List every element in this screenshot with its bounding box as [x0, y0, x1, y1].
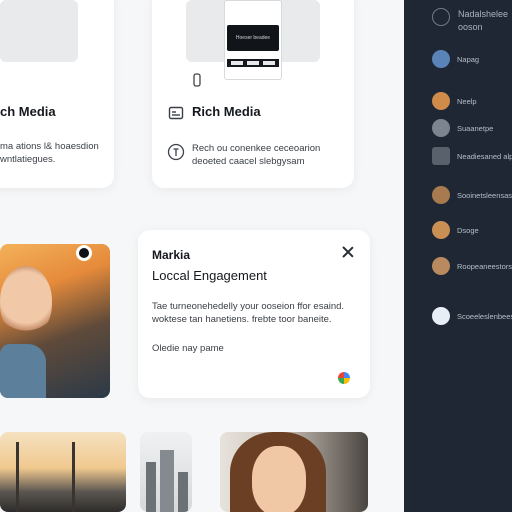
sidebar-item-label: Dsoge: [457, 225, 479, 235]
cloud-icon: [432, 307, 450, 325]
card-title: ch Media: [0, 104, 56, 119]
sidebar-item-label: Neadiesaned alpos: [457, 151, 512, 161]
image-icon: [432, 147, 450, 165]
content-area: ch Media ma ations l& hoaesdion wntlatie…: [0, 0, 404, 512]
pin-icon: [192, 72, 202, 88]
card-thumbnail: [0, 0, 78, 62]
rich-media-card-left[interactable]: ch Media ma ations l& hoaesdion wntlatie…: [0, 0, 114, 188]
card-footer-text: Oledie nay pame: [152, 343, 224, 354]
phone-preview: Hoeser beadee: [224, 0, 282, 80]
local-engagement-card[interactable]: Markia Loccal Engagement Tae turneonehed…: [138, 230, 370, 398]
card-description: ma ations l& hoaesdion wntlatiegues.: [0, 141, 99, 165]
portrait-photo[interactable]: [220, 432, 368, 512]
avatar-icon: [432, 186, 450, 204]
info-icon: [166, 142, 186, 162]
close-icon[interactable]: [340, 244, 356, 260]
google-icon: [338, 372, 350, 384]
sidebar-item[interactable]: Neadiesaned alpos: [432, 147, 512, 165]
avatar-icon: [432, 257, 450, 275]
avatar-icon: [432, 221, 450, 239]
building-photo[interactable]: [140, 432, 192, 512]
photo-subject-face: [252, 446, 306, 512]
card-title: Loccal Engagement: [152, 268, 267, 283]
card-description: Tae turneonehedelly your ooseion ffor es…: [152, 301, 345, 325]
sidebar-item[interactable]: Scoeeleslenbeesess: [432, 307, 512, 325]
sidebar-item[interactable]: Roopeaneestorsanan: [432, 257, 512, 275]
sidebar-item[interactable]: Sooinetsleensasiur: [432, 186, 512, 204]
layout-icon: [167, 104, 185, 122]
phone-screen: Hoeser beadee: [227, 25, 279, 51]
sidebar-item-label: Suaanetpe: [457, 123, 494, 133]
sidebar: Nadalshelee ooson Napag Neelp Suaanetpe …: [404, 0, 512, 512]
sidebar-item[interactable]: Dsoge: [432, 221, 479, 239]
beach-photo[interactable]: [0, 432, 126, 512]
account-icon[interactable]: [432, 8, 450, 26]
card-eyebrow: Markia: [152, 248, 191, 262]
card-title: Rich Media: [192, 104, 261, 119]
sidebar-subtitle: ooson: [458, 22, 483, 32]
sidebar-item-label: Roopeaneestorsanan: [457, 261, 512, 271]
phone-screen-label: Hoeser beadee: [235, 35, 271, 41]
photo-subject-jacket: [0, 344, 46, 398]
rich-media-card[interactable]: Hoeser beadee Rich Media Rech ou conenke…: [152, 0, 354, 188]
sidebar-item-label: Scoeeleslenbeesess: [457, 311, 512, 321]
card-description: Rech ou conenkee ceceoarion deoeted caac…: [192, 143, 321, 167]
profile-photo[interactable]: [0, 244, 110, 398]
sidebar-item-label: Sooinetsleensasiur: [457, 190, 512, 200]
sidebar-item[interactable]: Suaanetpe: [432, 119, 493, 137]
sidebar-item[interactable]: Napag: [432, 50, 479, 68]
avatar-icon: [432, 92, 450, 110]
avatar-icon: [432, 50, 450, 68]
sidebar-item-label: Neelp: [457, 96, 477, 106]
avatar-icon: [432, 119, 450, 137]
sidebar-item-label: Napag: [457, 54, 480, 64]
sidebar-header: Nadalshelee ooson: [432, 8, 508, 34]
sidebar-title: Nadalshelee: [458, 9, 509, 19]
record-icon[interactable]: [76, 245, 92, 261]
sidebar-item[interactable]: Neelp: [432, 92, 477, 110]
phone-toolbar: [227, 59, 279, 67]
photo-subject-face: [0, 266, 52, 336]
